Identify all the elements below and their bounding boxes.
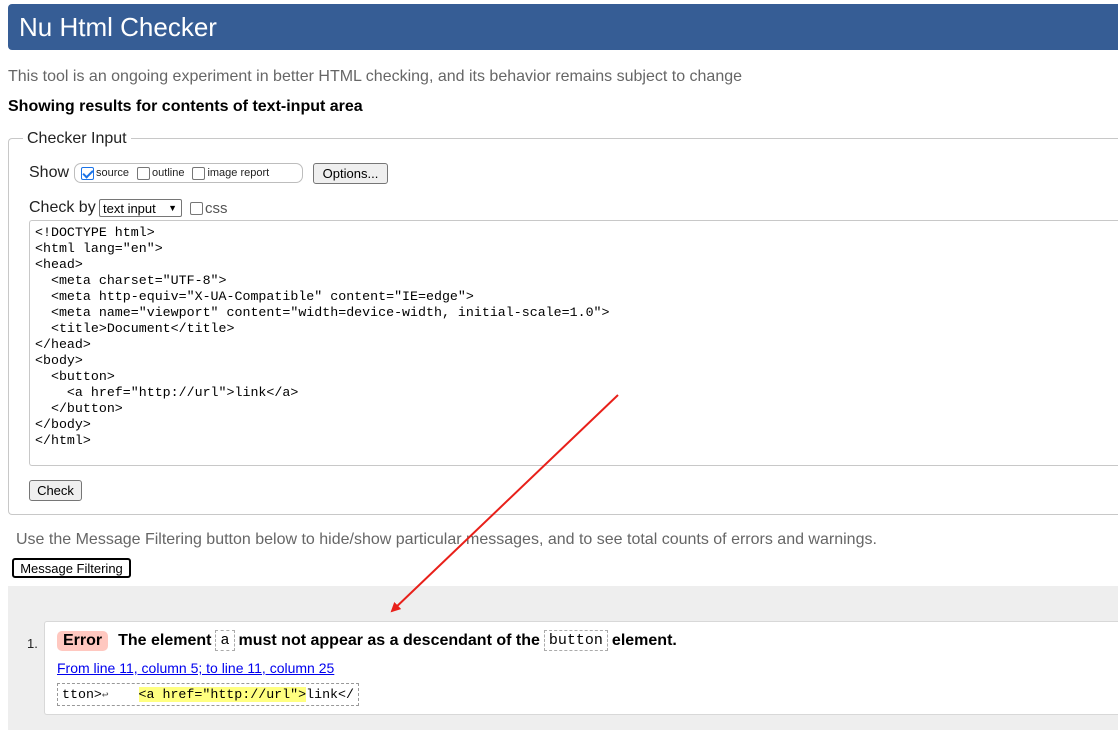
show-outline-option[interactable]: outline <box>137 166 185 180</box>
message-text-after: element. <box>611 631 677 649</box>
check-by-value: text input <box>103 200 156 216</box>
message-text-before: The element <box>118 631 212 649</box>
message-number: 1. <box>27 636 38 651</box>
element-code-a: a <box>215 630 235 651</box>
filter-hint: Use the Message Filtering button below t… <box>16 531 877 548</box>
check-button[interactable]: Check <box>29 480 82 501</box>
show-image-report-option[interactable]: image report <box>192 166 270 180</box>
element-code-button: button <box>543 630 608 651</box>
css-checkbox[interactable] <box>190 202 203 215</box>
extract-highlight: <a href="http://url"> <box>138 687 307 702</box>
outline-checkbox[interactable] <box>137 166 151 180</box>
location-link[interactable]: From line 11, column 5; to line 11, colu… <box>57 660 334 676</box>
css-option[interactable]: css <box>190 200 228 217</box>
css-label: css <box>205 200 228 217</box>
image-report-checkbox[interactable] <box>192 166 206 180</box>
results-area: 1. Error The element a must not appear a… <box>8 586 1118 730</box>
chevron-down-icon: ▼ <box>168 203 177 213</box>
source-label: source <box>96 167 130 179</box>
source-textarea[interactable]: <!DOCTYPE html> <html lang="en"> <head> … <box>29 220 1118 466</box>
results-heading: Showing results for contents of text-inp… <box>8 98 363 115</box>
error-message: Error The element a must not appear as a… <box>44 621 1118 715</box>
checker-input-legend: Checker Input <box>23 130 131 148</box>
code-extract: tton> ↩ <a href="http://url"> link</ <box>57 683 359 706</box>
outline-label: outline <box>152 167 185 179</box>
source-checkbox[interactable] <box>81 166 94 180</box>
line-return-icon: ↩ <box>101 689 109 702</box>
checker-input-fieldset: Checker Input Show source outline image … <box>8 130 1118 515</box>
image-report-label: image report <box>207 167 270 179</box>
options-button[interactable]: Options... <box>313 163 388 184</box>
app-header: Nu Html Checker <box>8 4 1118 50</box>
message-filtering-button[interactable]: Message Filtering <box>12 558 131 578</box>
show-options-group: source outline image report <box>74 163 303 183</box>
tagline: This tool is an ongoing experiment in be… <box>8 68 743 85</box>
show-label: Show <box>29 164 70 181</box>
check-by-label: Check by <box>29 199 96 216</box>
message-text-middle: must not appear as a descendant of the <box>238 631 540 649</box>
check-by-select[interactable]: text input ▼ <box>99 199 182 217</box>
error-badge: Error <box>57 630 109 651</box>
extract-before: tton> <box>62 687 102 702</box>
show-source-option[interactable]: source <box>81 166 130 180</box>
extract-after: link</ <box>306 687 354 702</box>
message-text-line: Error The element a must not appear as a… <box>57 630 677 651</box>
page-title: Nu Html Checker <box>19 12 217 42</box>
